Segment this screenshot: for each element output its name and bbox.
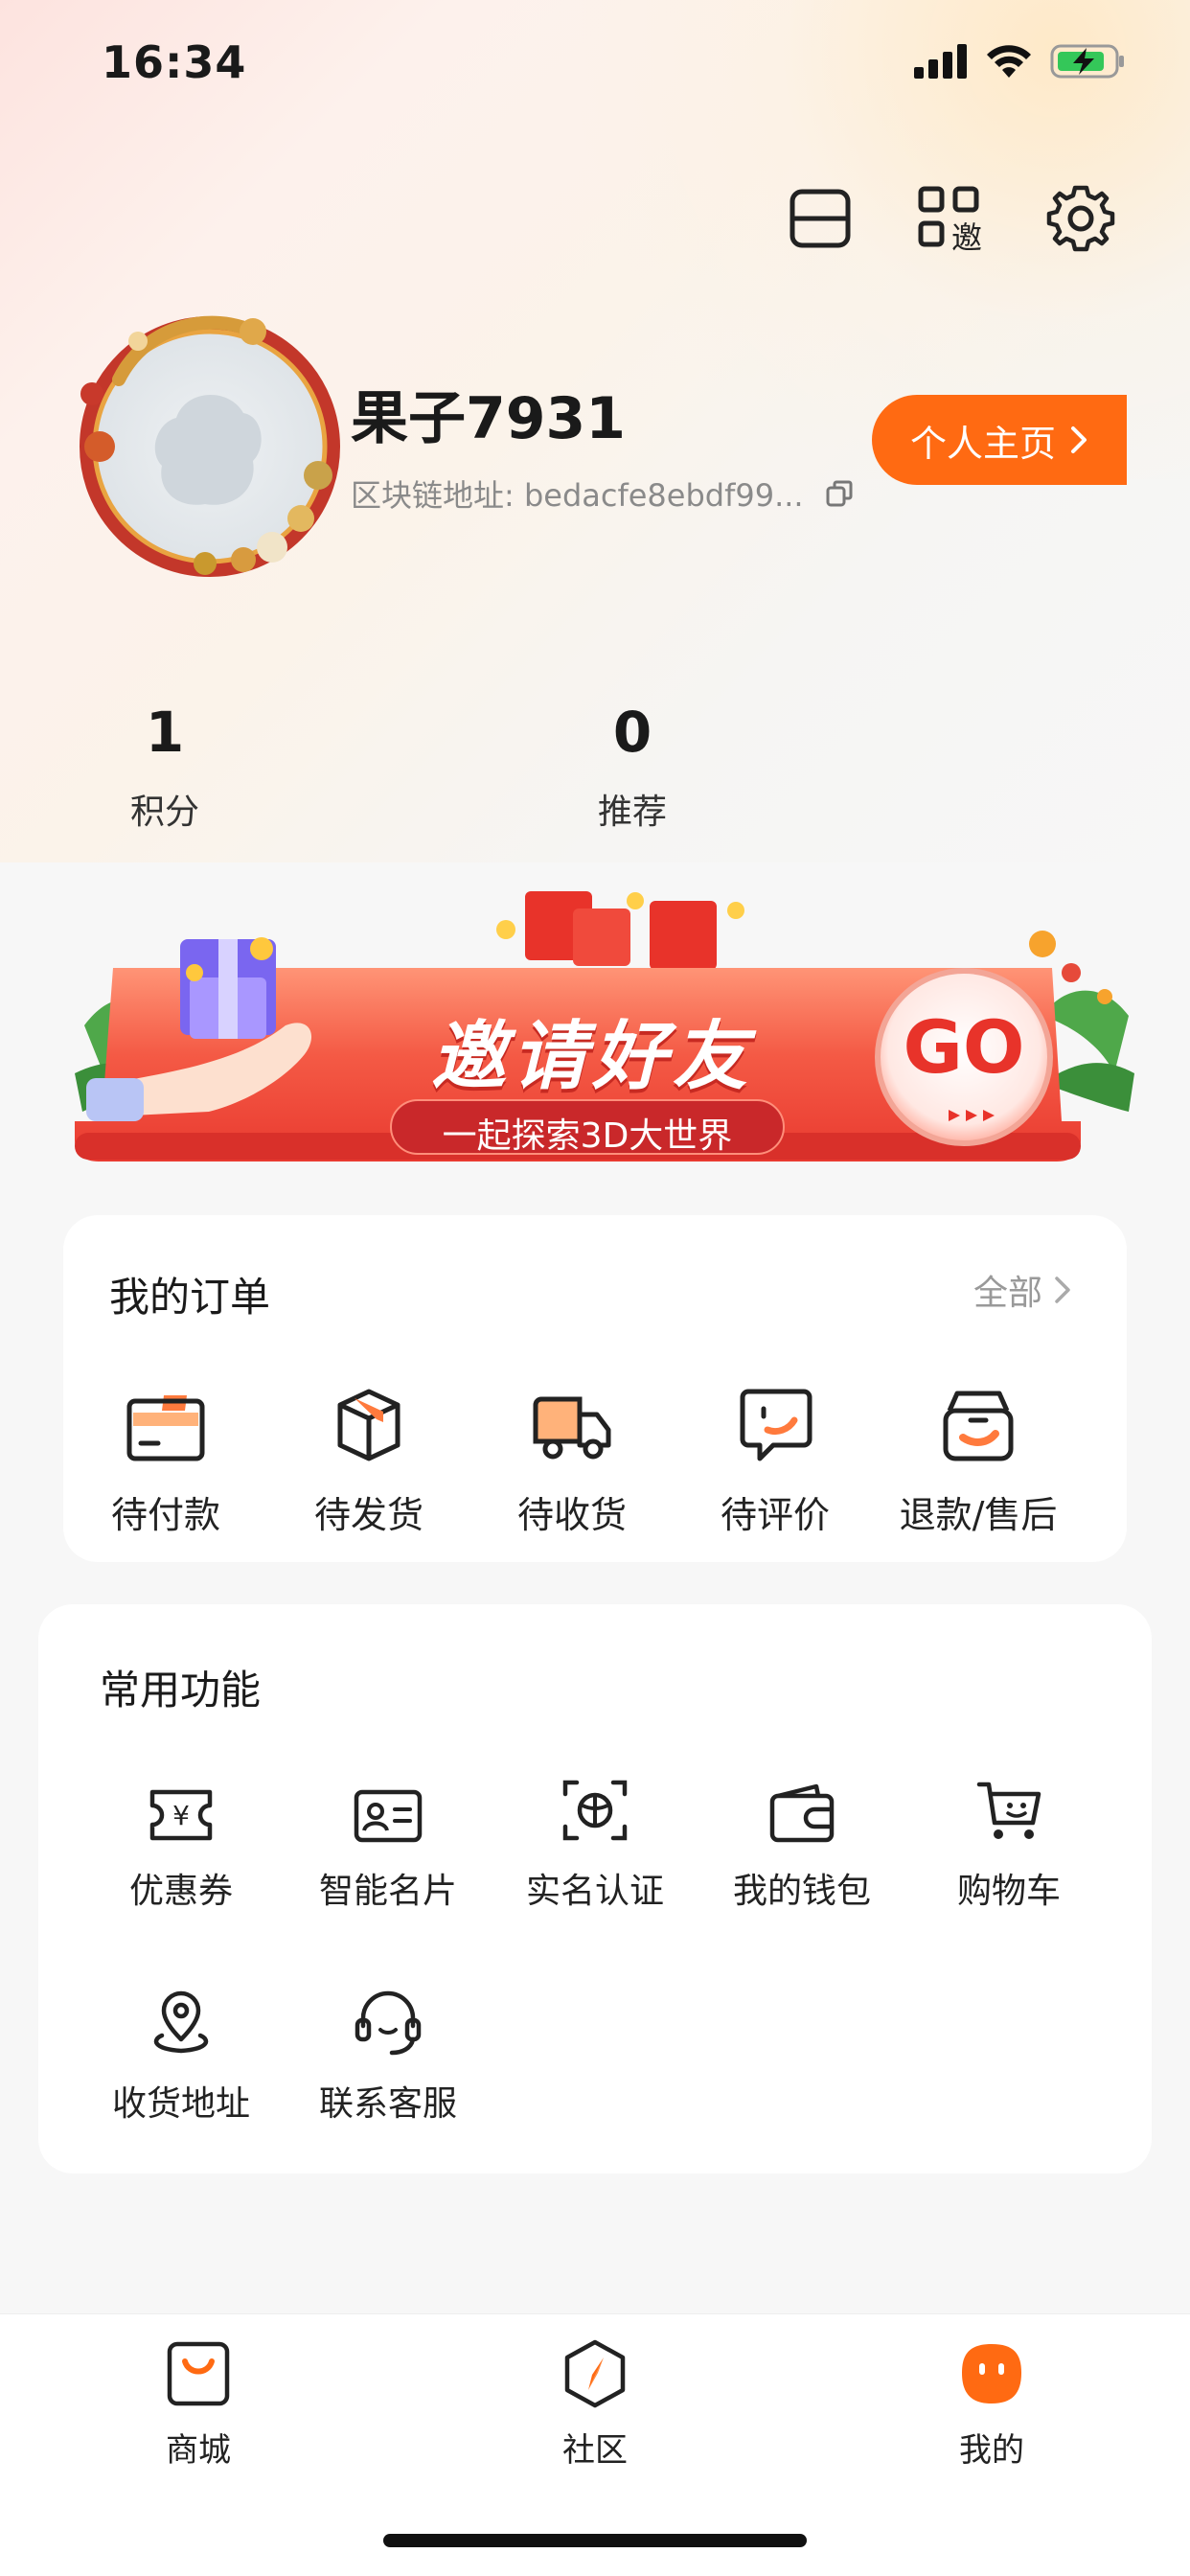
chevron-right-icon [1055,1276,1070,1303]
func-customer-service[interactable]: 联系客服 [287,1980,489,2126]
func-wallet-label: 我的钱包 [732,1872,871,1911]
svg-text:¥: ¥ [172,1800,190,1831]
gear-icon [1046,185,1115,252]
nav-community-label: 社区 [562,2431,628,2470]
order-pending-payment-label: 待付款 [110,1494,220,1536]
orders-see-all-label: 全部 [973,1274,1042,1313]
invite-banner-title: 邀请好友 [430,1014,753,1100]
refund-icon [943,1391,1014,1461]
invite-qr-icon: 邀 [918,186,982,252]
wallet-icon [769,1783,835,1843]
headset-icon [355,1990,422,2056]
id-card-icon [354,1789,423,1843]
func-coupons[interactable]: ¥ 优惠券 [80,1767,282,1913]
avatar[interactable] [61,303,349,581]
stat-referrals-value: 0 [612,700,652,765]
func-identity-verification-label: 实名认证 [525,1872,664,1911]
func-business-card-label: 智能名片 [318,1872,457,1911]
stat-points-label: 积分 [129,793,199,832]
shop-bag-icon [167,2341,230,2406]
verify-icon [562,1780,628,1841]
order-pending-payment[interactable]: 待付款 [65,1376,266,1538]
avatar-frame-icon [80,315,340,577]
chain-address: 区块链地址: bedacfe8ebdf99... [351,477,804,514]
coupon-icon: ¥ [149,1789,213,1841]
orders-card: 我的订单 全部 待付款 待发货 待收货 待评价 退款/售后 [63,1215,1127,1562]
order-pending-receipt[interactable]: 待收货 [471,1376,673,1538]
chain-address-row: 区块链地址: bedacfe8ebdf99... [351,472,854,516]
func-cart-label: 购物车 [956,1872,1061,1911]
stat-referrals-label: 推荐 [597,793,667,832]
copy-icon[interactable] [825,479,854,508]
order-pending-shipment[interactable]: 待发货 [268,1376,469,1538]
comment-icon [740,1389,812,1461]
order-pending-receipt-label: 待收货 [516,1494,627,1536]
status-icons [914,42,1127,80]
chevron-right-icon [1071,426,1087,453]
cart-icon [976,1782,1041,1839]
personal-home-label: 个人主页 [909,422,1056,465]
func-identity-verification[interactable]: 实名认证 [494,1767,696,1913]
functions-title: 常用功能 [100,1667,262,1714]
svg-text:邀: 邀 [951,219,982,252]
nav-shop-label: 商城 [166,2431,231,2470]
orders-see-all[interactable]: 全部 [973,1265,1071,1315]
func-shipping-address-label: 收货地址 [111,2084,250,2124]
username: 果子7931 [351,385,626,452]
invite-banner-subtitle: 一起探索3D大世界 [442,1116,733,1156]
order-refund[interactable]: 退款/售后 [878,1376,1079,1538]
func-shipping-address[interactable]: 收货地址 [80,1980,282,2126]
func-wallet[interactable]: 我的钱包 [701,1767,903,1913]
truck-icon [533,1396,611,1460]
nav-me-label: 我的 [959,2431,1024,2470]
orders-title: 我的订单 [109,1274,271,1321]
invite-qr-button[interactable]: 邀 [916,184,985,253]
go-button[interactable]: GO [897,1004,1031,1090]
wifi-icon [987,45,1031,78]
top-actions: 邀 [786,184,1115,253]
box-icon [337,1389,400,1461]
compass-icon [564,2339,626,2408]
signal-icon [914,44,967,79]
invite-banner[interactable]: 邀请好友 一起探索3D大世界 GO [75,882,1134,1198]
home-indicator [383,2534,807,2547]
personal-home-button[interactable]: 个人主页 [872,395,1127,485]
nav-me[interactable]: 我的 [896,2335,1087,2471]
func-customer-service-label: 联系客服 [318,2084,457,2124]
func-coupons-label: 优惠券 [128,1872,233,1911]
nav-shop[interactable]: 商城 [103,2335,294,2471]
order-refund-label: 退款/售后 [899,1494,1058,1536]
stat-points[interactable]: 1 积分 [69,700,261,834]
status-bar: 16:34 [0,0,1190,125]
stat-referrals[interactable]: 0 推荐 [537,700,728,834]
scan-icon [790,189,851,248]
nav-community[interactable]: 社区 [499,2335,691,2471]
card-icon [126,1395,205,1461]
order-pending-shipment-label: 待发货 [313,1494,423,1536]
func-cart[interactable]: 购物车 [908,1767,1110,1913]
me-icon [962,2344,1021,2404]
func-business-card[interactable]: 智能名片 [287,1767,489,1913]
functions-card: 常用功能 ¥ 优惠券 智能名片 实名认证 我的钱包 购物车 收货地址 联系客服 [38,1604,1152,2174]
location-icon [153,1990,209,2054]
settings-button[interactable] [1046,184,1115,253]
status-time: 16:34 [102,36,247,88]
stat-points-value: 1 [145,700,185,765]
order-pending-review-label: 待评价 [720,1494,830,1536]
scan-button[interactable] [786,184,855,253]
battery-icon [1050,44,1124,79]
order-pending-review[interactable]: 待评价 [675,1376,876,1538]
